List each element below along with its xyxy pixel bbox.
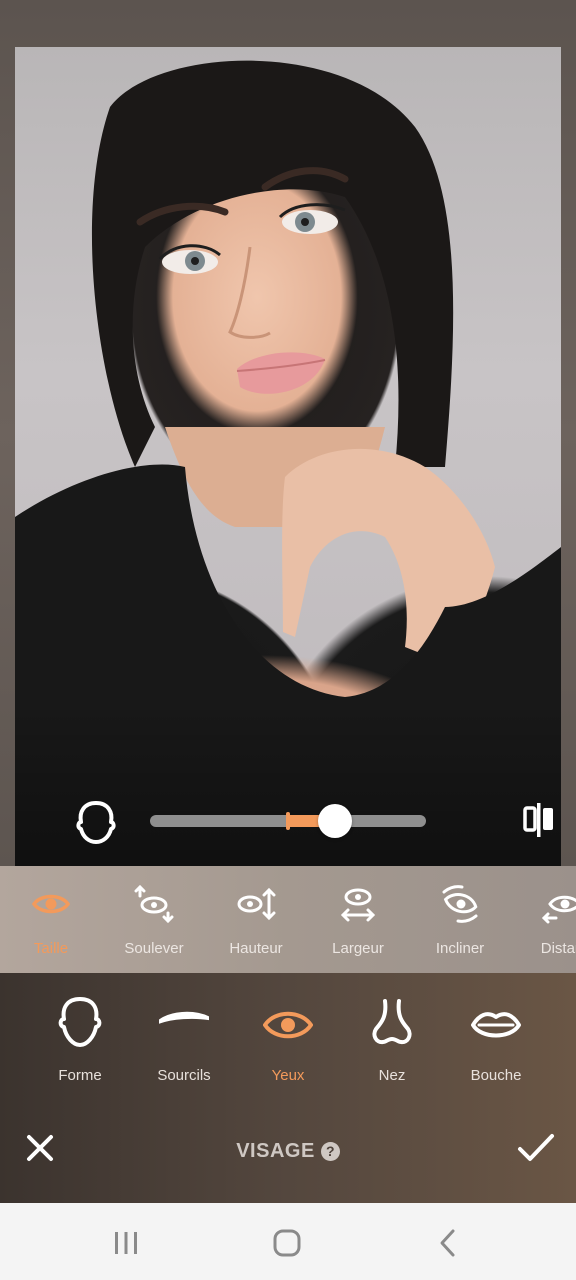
tool-label: Soulever bbox=[124, 940, 184, 957]
compare-icon[interactable] bbox=[516, 800, 560, 840]
home-icon[interactable] bbox=[267, 1225, 307, 1261]
feature-forme[interactable]: Forme bbox=[28, 993, 132, 1093]
back-icon[interactable] bbox=[428, 1225, 468, 1261]
face-feature-toolbar[interactable]: Forme Sourcils Yeux Nez Bouche VISAGE ? bbox=[0, 973, 576, 1203]
eye-height-icon bbox=[237, 887, 276, 921]
tool-label: Largeur bbox=[332, 940, 384, 957]
tool-incliner[interactable]: Incliner bbox=[409, 866, 511, 973]
feature-nez[interactable]: Nez bbox=[340, 993, 444, 1093]
eye-icon bbox=[263, 1011, 313, 1039]
feature-sourcils[interactable]: Sourcils bbox=[132, 993, 236, 1093]
tool-distance[interactable]: Distan bbox=[511, 866, 576, 973]
tool-hauteur[interactable]: Hauteur bbox=[205, 866, 307, 973]
face-shape-icon bbox=[58, 997, 102, 1047]
eye-distance-icon bbox=[542, 895, 576, 924]
recents-icon[interactable] bbox=[106, 1225, 146, 1261]
feature-label: Yeux bbox=[271, 1067, 305, 1084]
feature-label: Nez bbox=[378, 1067, 406, 1084]
feature-yeux[interactable]: Yeux bbox=[236, 993, 340, 1093]
nose-icon bbox=[372, 999, 412, 1045]
help-icon[interactable]: ? bbox=[320, 1142, 340, 1161]
feature-label: Bouche bbox=[470, 1067, 522, 1084]
slider-thumb[interactable] bbox=[317, 804, 352, 838]
tool-label: Taille bbox=[33, 940, 69, 957]
intensity-slider[interactable] bbox=[150, 804, 426, 838]
eye-width-icon bbox=[340, 888, 376, 922]
section-title: VISAGE? bbox=[0, 1140, 576, 1163]
bottom-action-bar: VISAGE? bbox=[0, 1120, 576, 1180]
eye-icon bbox=[31, 894, 71, 914]
tool-taille[interactable]: Taille bbox=[0, 866, 102, 973]
feature-label: Forme bbox=[58, 1067, 102, 1084]
eye-lift-icon bbox=[134, 884, 174, 924]
eye-tilt-icon bbox=[442, 885, 478, 923]
system-navigation-bar bbox=[0, 1203, 576, 1280]
feature-bouche[interactable]: Bouche bbox=[444, 993, 548, 1093]
eyebrow-icon bbox=[159, 1011, 209, 1024]
mouth-icon bbox=[471, 1012, 521, 1038]
tool-label: Incliner bbox=[435, 940, 485, 957]
tool-label: Hauteur bbox=[229, 940, 283, 957]
portrait-photo[interactable] bbox=[15, 47, 561, 866]
slider-center-tick bbox=[286, 812, 290, 830]
tool-largeur[interactable]: Largeur bbox=[307, 866, 409, 973]
feature-label: Sourcils bbox=[157, 1067, 211, 1084]
eye-adjustment-toolbar[interactable]: Taille Soulever Hauteur Largeur Incliner… bbox=[0, 866, 576, 973]
checkmark-icon[interactable] bbox=[516, 1130, 556, 1166]
page-title: VISAGE bbox=[236, 1140, 315, 1162]
face-outline-toggle-icon[interactable] bbox=[72, 798, 120, 846]
tool-label: Distan bbox=[540, 940, 576, 957]
tool-soulever[interactable]: Soulever bbox=[103, 866, 205, 973]
